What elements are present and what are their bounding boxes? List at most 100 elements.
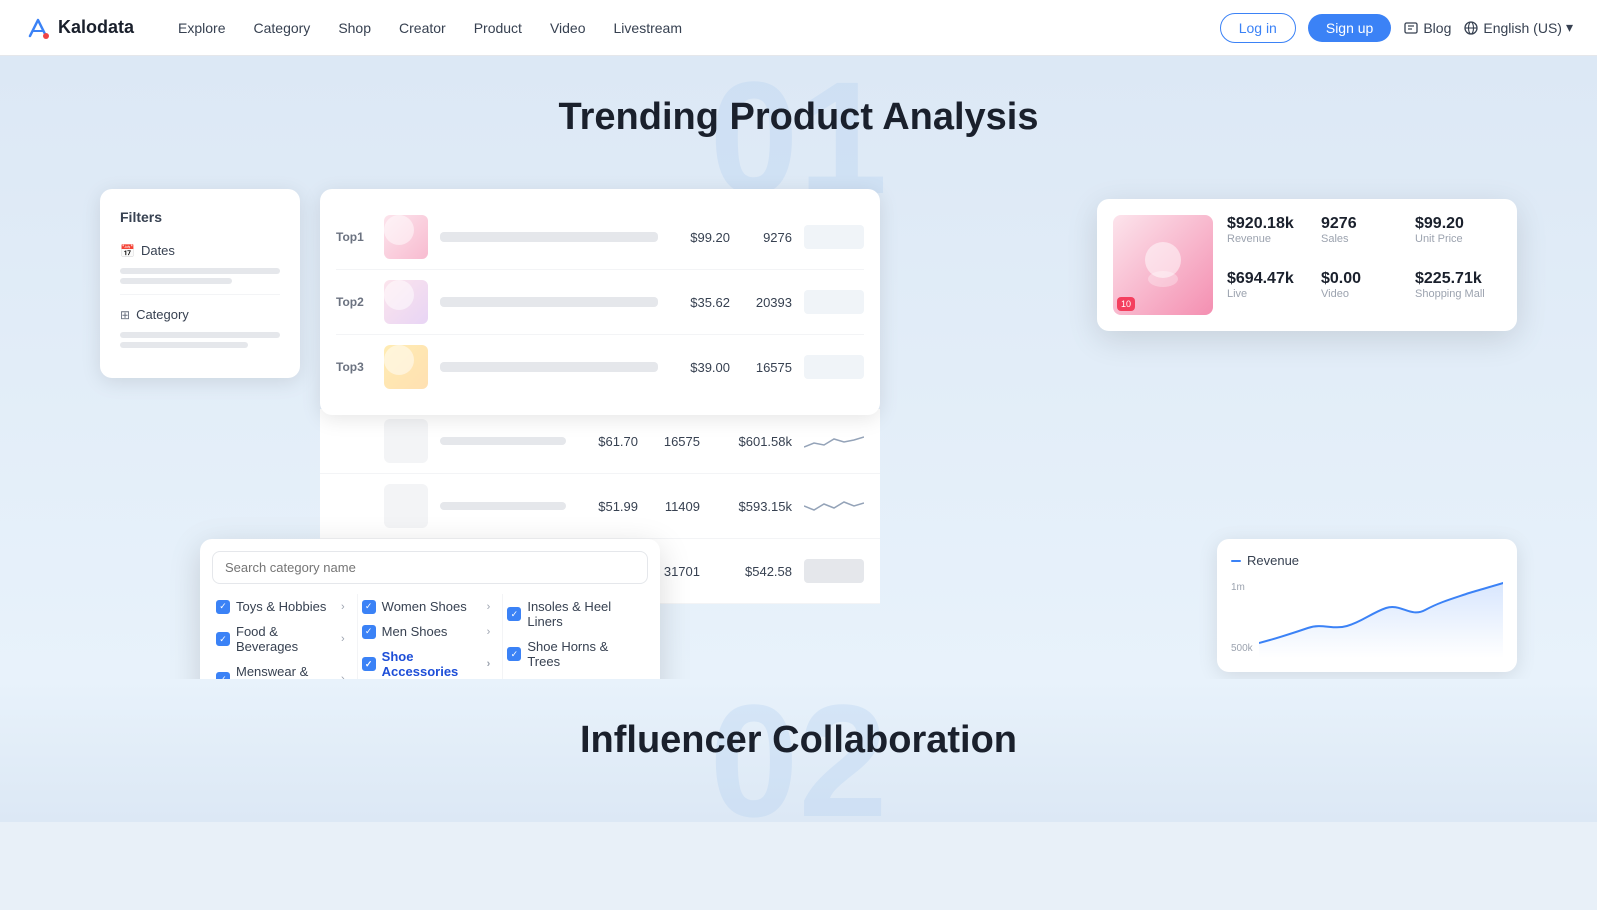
globe-icon [1463, 20, 1479, 36]
stat-value: $99.20 [1415, 215, 1501, 233]
table-row: Top2 $35.62 20393 [336, 270, 864, 335]
extra-price: $51.99 [578, 499, 638, 514]
stat-live: $694.47k Live [1227, 270, 1313, 315]
logo[interactable]: Kalodata [24, 14, 134, 42]
stat-label: Revenue [1227, 233, 1313, 245]
chart-legend-label: Revenue [1247, 553, 1299, 568]
extra-price: $61.70 [578, 434, 638, 449]
second-title: Influencer Collaboration [0, 719, 1597, 762]
sparkline-icon [804, 494, 864, 518]
logo-text: Kalodata [58, 17, 134, 38]
chevron-down-icon: ▾ [1566, 19, 1573, 36]
list-item[interactable]: Food & Beverages › [212, 619, 349, 659]
stat-label: Shopping Mall [1415, 288, 1501, 300]
chevron-right-icon: › [487, 601, 491, 613]
y-label-1m: 1m [1231, 582, 1253, 593]
navbar: Kalodata Explore Category Shop Creator P… [0, 0, 1597, 56]
table-panel: Top1 $99.20 9276 Top2 $35.62 20393 [320, 189, 880, 415]
chart-svg [1259, 578, 1503, 658]
table-price: $35.62 [670, 295, 730, 310]
table-row: Top3 $39.00 16575 [336, 335, 864, 399]
list-item[interactable]: Women Shoes › [358, 594, 495, 619]
nav-category[interactable]: Category [242, 14, 323, 42]
list-item[interactable]: Menswear & Underwear › [212, 659, 349, 679]
stat-value: 9276 [1321, 215, 1407, 233]
nav-explore[interactable]: Explore [166, 14, 237, 42]
product-detail-stats: $920.18k Revenue 9276 Sales $99.20 Unit … [1227, 215, 1501, 315]
category-col-2: Women Shoes › Men Shoes › Shoe Accessori… [358, 594, 504, 679]
checkbox-shoe-horns[interactable] [507, 647, 521, 661]
stat-label: Video [1321, 288, 1407, 300]
nav-shop[interactable]: Shop [326, 14, 383, 42]
extra-sales: 11409 [650, 499, 700, 514]
stat-value: $920.18k [1227, 215, 1313, 233]
calendar-icon: 📅 [120, 244, 135, 258]
nav-creator[interactable]: Creator [387, 14, 458, 42]
category-col-1: Toys & Hobbies › Food & Beverages › Mens… [212, 594, 358, 679]
category-dropdown: Toys & Hobbies › Food & Beverages › Mens… [200, 539, 660, 679]
stat-value: $225.71k [1415, 270, 1501, 288]
checkbox-shoe-acc[interactable] [362, 657, 376, 671]
list-item[interactable]: Shoe Accessories › [358, 644, 495, 679]
extra-revenue: $593.15k [712, 499, 792, 514]
language-selector[interactable]: English (US) ▾ [1463, 19, 1573, 36]
second-section: 02 Influencer Collaboration [0, 679, 1597, 822]
hero-section: 01 Trending Product Analysis Filters 📅 D… [0, 56, 1597, 679]
chart-header: Revenue [1231, 553, 1503, 568]
list-item[interactable]: Shoe Horns & Trees [503, 634, 640, 674]
filters-title: Filters [120, 209, 280, 225]
stat-shopping-mall: $225.71k Shopping Mall [1415, 270, 1501, 315]
nav-livestream[interactable]: Livestream [602, 14, 694, 42]
table-row: $61.70 16575 $601.58k [320, 409, 880, 474]
grid-icon: ⊞ [120, 308, 130, 322]
login-button[interactable]: Log in [1220, 13, 1296, 43]
chevron-right-icon: › [341, 673, 345, 679]
rank-label: Top2 [336, 295, 372, 309]
category-filter[interactable]: ⊞ Category [120, 303, 280, 348]
nav-product[interactable]: Product [462, 14, 534, 42]
blog-link[interactable]: Blog [1403, 20, 1451, 36]
table-row: Top1 $99.20 9276 [336, 205, 864, 270]
product-thumb-1 [384, 215, 428, 259]
checkbox-food[interactable] [216, 632, 230, 646]
nav-video[interactable]: Video [538, 14, 598, 42]
dates-filter[interactable]: 📅 Dates [120, 239, 280, 284]
revenue-chart [1259, 578, 1503, 658]
stat-unit-price: $99.20 Unit Price [1415, 215, 1501, 260]
list-item[interactable]: Insoles & Heel Liners [503, 594, 640, 634]
rank-label: Top3 [336, 360, 372, 374]
navbar-links: Explore Category Shop Creator Product Vi… [166, 14, 1220, 42]
table-sales: 16575 [742, 360, 792, 375]
product-name-bar [440, 362, 658, 372]
checkbox-women-shoes[interactable] [362, 600, 376, 614]
chevron-right-icon: › [341, 601, 345, 613]
extra-sales: 16575 [650, 434, 700, 449]
checkbox-insoles[interactable] [507, 607, 521, 621]
checkbox-toys[interactable] [216, 600, 230, 614]
signup-button[interactable]: Sign up [1308, 14, 1391, 42]
product-detail-thumb: 10 [1113, 215, 1213, 315]
category-columns: Toys & Hobbies › Food & Beverages › Mens… [212, 594, 648, 679]
list-item[interactable]: Toys & Hobbies › [212, 594, 349, 619]
table-sales: 9276 [742, 230, 792, 245]
chevron-right-icon: › [487, 626, 491, 638]
logo-icon [24, 14, 52, 42]
hero-title: Trending Product Analysis [0, 96, 1597, 139]
stat-value: $0.00 [1321, 270, 1407, 288]
table-price: $99.20 [670, 230, 730, 245]
demo-area: Filters 📅 Dates ⊞ Category [0, 179, 1597, 619]
stat-label: Unit Price [1415, 233, 1501, 245]
list-item[interactable]: Shoelaces [503, 674, 640, 679]
chevron-right-icon: › [341, 633, 345, 645]
checkbox-men-shoes[interactable] [362, 625, 376, 639]
filters-panel: Filters 📅 Dates ⊞ Category [100, 189, 300, 378]
category-col-3: Insoles & Heel Liners Shoe Horns & Trees… [503, 594, 648, 679]
checkbox-mens[interactable] [216, 672, 230, 679]
revenue-chart-card: Revenue 1m 500k [1217, 539, 1517, 672]
stat-label: Sales [1321, 233, 1407, 245]
product-image [1133, 235, 1193, 295]
y-label-500k: 500k [1231, 643, 1253, 654]
category-search-input[interactable] [212, 551, 648, 584]
product-rank-badge: 10 [1117, 297, 1135, 311]
list-item[interactable]: Men Shoes › [358, 619, 495, 644]
